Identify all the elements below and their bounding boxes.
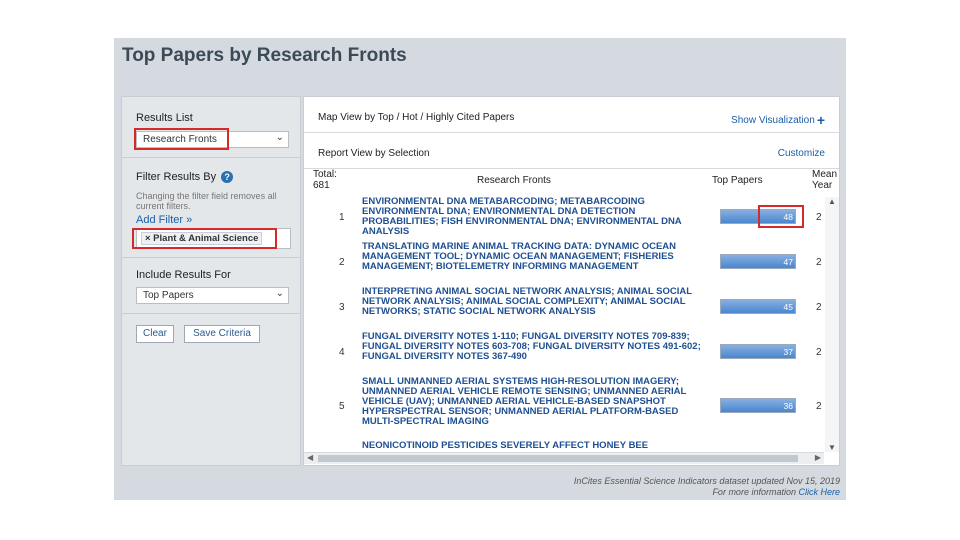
table-header: Total: 681 Research Fronts Top Papers Me… xyxy=(304,167,839,197)
table-row[interactable]: 2 TRANSLATING MARINE ANIMAL TRACKING DAT… xyxy=(304,242,824,284)
research-front-link[interactable]: INTERPRETING ANIMAL SOCIAL NETWORK ANALY… xyxy=(362,287,702,317)
plus-icon: + xyxy=(816,112,825,128)
vertical-scrollbar[interactable]: ▲ ▼ xyxy=(825,197,839,452)
row-rank: 4 xyxy=(339,347,345,358)
top-papers-bar: 37 xyxy=(720,344,796,359)
click-here-link[interactable]: Click Here xyxy=(798,487,840,497)
row-rank: 2 xyxy=(339,257,345,268)
divider xyxy=(122,257,300,258)
top-papers-bar: 47 xyxy=(720,254,796,269)
research-front-link[interactable]: FUNGAL DIVERSITY NOTES 1-110; FUNGAL DIV… xyxy=(362,332,702,362)
divider xyxy=(122,157,300,158)
sidebar: Results List Research Fronts ⌄ Filter Re… xyxy=(121,96,301,466)
main-panel: Map View by Top / Hot / Highly Cited Pap… xyxy=(303,96,840,466)
chevron-down-icon: ⌄ xyxy=(275,132,284,143)
page-title: Top Papers by Research Fronts xyxy=(122,45,407,66)
row-rank: 1 xyxy=(339,212,345,223)
table-row[interactable]: 5 SMALL UNMANNED AERIAL SYSTEMS HIGH-RES… xyxy=(304,377,824,437)
app-frame: Top Papers by Research Fronts Results Li… xyxy=(114,38,846,500)
dataset-update-note: InCites Essential Science Indicators dat… xyxy=(573,476,840,486)
filter-note: Changing the filter field removes all cu… xyxy=(136,191,277,211)
scroll-up-icon[interactable]: ▲ xyxy=(828,197,836,206)
total-count: Total: 681 xyxy=(313,169,337,191)
table-row[interactable]: 3 INTERPRETING ANIMAL SOCIAL NETWORK ANA… xyxy=(304,287,824,329)
include-results-value: Top Papers xyxy=(143,290,194,301)
highlight-box xyxy=(132,228,277,249)
mean-year-value: 2 xyxy=(816,302,822,313)
save-criteria-button[interactable]: Save Criteria xyxy=(184,325,260,343)
more-info-line: For more information Click Here xyxy=(712,487,840,497)
column-header-research-fronts[interactable]: Research Fronts xyxy=(477,175,551,186)
scroll-right-icon[interactable]: ▶ xyxy=(815,453,821,462)
research-front-link[interactable]: TRANSLATING MARINE ANIMAL TRACKING DATA:… xyxy=(362,242,702,272)
customize-link[interactable]: Customize xyxy=(778,148,825,159)
results-table: 1 ENVIRONMENTAL DNA METABARCODING; METAB… xyxy=(304,197,824,449)
column-header-top-papers[interactable]: Top Papers xyxy=(712,175,763,186)
row-rank: 3 xyxy=(339,302,345,313)
research-front-link[interactable]: NEONICOTINOID PESTICIDES SEVERELY AFFECT… xyxy=(362,441,702,450)
report-view-label: Report View by Selection xyxy=(318,148,430,159)
help-icon[interactable]: ? xyxy=(221,171,234,184)
results-list-label: Results List xyxy=(136,112,193,124)
table-row[interactable]: NEONICOTINOID PESTICIDES SEVERELY AFFECT… xyxy=(304,441,824,450)
top-papers-bar: 36 xyxy=(720,398,796,413)
mean-year-value: 2 xyxy=(816,347,822,358)
mean-year-value: 2 xyxy=(816,257,822,268)
report-view-bar: Report View by Selection Customize xyxy=(304,138,839,169)
include-results-select[interactable]: Top Papers ⌄ xyxy=(136,287,289,304)
mean-year-value: 2 xyxy=(816,401,822,412)
chevron-down-icon: ⌄ xyxy=(275,288,284,299)
map-view-bar: Map View by Top / Hot / Highly Cited Pap… xyxy=(304,102,839,133)
highlight-box xyxy=(134,128,229,150)
include-results-label: Include Results For xyxy=(136,269,231,281)
table-row[interactable]: 4 FUNGAL DIVERSITY NOTES 1-110; FUNGAL D… xyxy=(304,332,824,374)
top-papers-bar: 45 xyxy=(720,299,796,314)
research-front-link[interactable]: SMALL UNMANNED AERIAL SYSTEMS HIGH-RESOL… xyxy=(362,377,702,427)
show-visualization-button[interactable]: Show Visualization + xyxy=(731,112,825,128)
clear-button[interactable]: Clear xyxy=(136,325,174,343)
footer-note: InCites Essential Science Indicators dat… xyxy=(514,476,840,498)
filter-results-label: Filter Results By ? xyxy=(136,171,234,184)
row-rank: 5 xyxy=(339,401,345,412)
divider xyxy=(122,313,300,314)
horizontal-scrollbar[interactable]: ◀ ▶ xyxy=(304,452,824,464)
mean-year-value: 2 xyxy=(816,212,822,223)
scroll-down-icon[interactable]: ▼ xyxy=(828,443,836,452)
table-row[interactable]: 1 ENVIRONMENTAL DNA METABARCODING; METAB… xyxy=(304,197,824,239)
scroll-left-icon[interactable]: ◀ xyxy=(307,453,313,462)
scrollbar-thumb[interactable] xyxy=(318,455,798,462)
research-front-link[interactable]: ENVIRONMENTAL DNA METABARCODING; METABAR… xyxy=(362,197,702,237)
add-filter-link[interactable]: Add Filter » xyxy=(136,214,192,226)
highlight-box xyxy=(758,205,804,228)
map-view-label: Map View by Top / Hot / Highly Cited Pap… xyxy=(318,112,515,123)
column-header-mean-year[interactable]: Mean Year xyxy=(812,169,837,191)
